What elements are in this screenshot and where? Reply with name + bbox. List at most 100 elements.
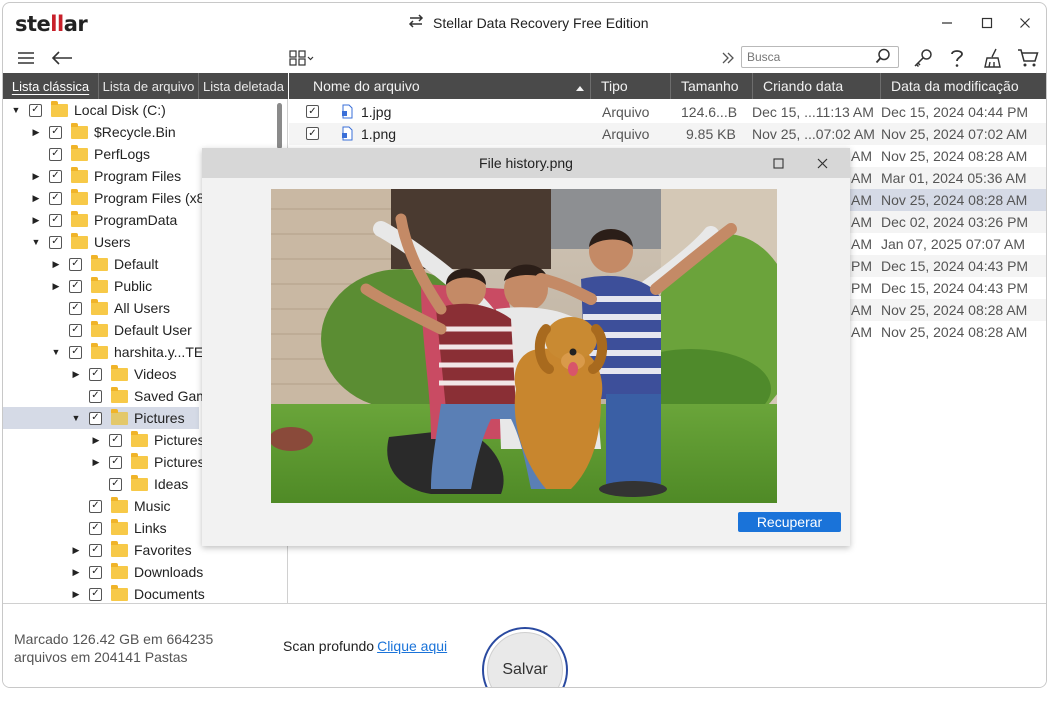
back-arrow-icon[interactable] <box>49 46 75 70</box>
search-input[interactable] <box>747 48 875 66</box>
file-created: AM <box>851 324 872 340</box>
tree-item[interactable]: ▶ ✓ $Recycle.Bin <box>3 121 287 143</box>
search-box <box>741 46 899 68</box>
tree-item-label: Users <box>94 234 131 250</box>
recover-button[interactable]: Recuperar <box>738 512 841 532</box>
expand-right-icon[interactable]: ▶ <box>91 457 101 468</box>
tree-checkbox[interactable]: ✓ <box>49 125 62 139</box>
column-header-type[interactable]: Tipo <box>591 73 671 99</box>
expand-right-icon[interactable]: ▶ <box>31 215 41 226</box>
row-checkbox[interactable]: ✓ <box>306 105 319 118</box>
expand-right-icon[interactable]: ▶ <box>71 567 81 578</box>
double-chevron-right-icon[interactable] <box>719 46 737 70</box>
file-modified: Nov 25, 2024 08:28 AM <box>881 148 1028 164</box>
deep-scan-link[interactable]: Clique aqui <box>377 638 447 654</box>
tree-checkbox[interactable]: ✓ <box>49 191 62 205</box>
help-icon[interactable] <box>947 46 967 70</box>
table-row[interactable]: ✓ 1.jpg Arquivo 124.6...B Dec 15, ...11:… <box>289 101 1046 123</box>
tree-checkbox[interactable]: ✓ <box>89 543 102 557</box>
folder-icon <box>91 254 108 271</box>
folder-icon <box>111 386 128 403</box>
folder-icon <box>91 276 108 293</box>
save-button[interactable]: Salvar <box>487 632 563 687</box>
close-button[interactable] <box>1011 11 1039 35</box>
stellar-logo: stellar <box>15 12 88 36</box>
tree-item-label: Documents <box>134 586 205 602</box>
tree-item-label: harshita.y...TE <box>114 344 204 360</box>
expand-right-icon[interactable]: ▶ <box>51 259 61 270</box>
file-modified: Mar 01, 2024 05:36 AM <box>881 170 1027 186</box>
column-header-created[interactable]: Criando data <box>753 73 881 99</box>
tree-checkbox[interactable]: ✓ <box>69 301 82 315</box>
tab-lista-classica[interactable]: Lista clássica <box>3 73 99 99</box>
tree-item[interactable]: ▼ ✓ Local Disk (C:) <box>3 99 287 121</box>
save-button-ring: Salvar <box>482 627 568 687</box>
tree-item-label: PerfLogs <box>94 146 151 162</box>
tree-scrollbar[interactable] <box>277 103 282 149</box>
tree-checkbox[interactable]: ✓ <box>69 323 82 337</box>
cart-icon[interactable] <box>1015 46 1041 70</box>
tree-checkbox[interactable]: ✓ <box>69 345 82 359</box>
expand-right-icon[interactable]: ▶ <box>31 127 41 138</box>
search-icon[interactable] <box>875 48 891 67</box>
tree-checkbox[interactable]: ✓ <box>29 103 42 117</box>
expand-right-icon[interactable]: ▶ <box>91 435 101 446</box>
clean-icon[interactable] <box>981 46 1005 70</box>
app-title-group: Stellar Data Recovery Free Edition <box>407 14 649 31</box>
tree-item[interactable]: ▶ ✓ Downloads <box>3 561 287 583</box>
file-modified: Nov 25, 2024 08:28 AM <box>881 302 1028 318</box>
expand-down-icon[interactable]: ▼ <box>71 413 81 423</box>
tree-checkbox[interactable]: ✓ <box>89 499 102 513</box>
tree-checkbox[interactable]: ✓ <box>89 389 102 403</box>
file-modified: Dec 02, 2024 03:26 PM <box>881 214 1029 230</box>
tree-checkbox[interactable]: ✓ <box>49 169 62 183</box>
tree-item[interactable]: ▼ ✓ Pictures <box>3 407 199 429</box>
preview-dialog: File history.png Recuperar <box>202 148 850 546</box>
status-line-2: arquivos em 204141 Pastas <box>14 649 188 665</box>
tree-checkbox[interactable]: ✓ <box>69 257 82 271</box>
file-table-header: Nome do arquivo Tipo Tamanho Criando dat… <box>289 73 1046 99</box>
tree-checkbox[interactable]: ✓ <box>49 235 62 249</box>
preview-maximize-button[interactable] <box>768 153 788 173</box>
tree-checkbox[interactable]: ✓ <box>109 477 122 491</box>
maximize-button[interactable] <box>973 11 1001 35</box>
expand-down-icon[interactable]: ▼ <box>11 105 21 115</box>
column-header-name[interactable]: Nome do arquivo <box>289 73 591 99</box>
tree-checkbox[interactable]: ✓ <box>89 521 102 535</box>
file-modified: Dec 15, 2024 04:43 PM <box>881 258 1029 274</box>
file-created: Nov 25, ...07:02 AM <box>752 126 875 142</box>
tab-lista-de-arquivo[interactable]: Lista de arquivo <box>99 73 199 99</box>
folder-icon <box>71 144 88 161</box>
tree-checkbox[interactable]: ✓ <box>89 565 102 579</box>
tree-checkbox[interactable]: ✓ <box>49 213 62 227</box>
expand-down-icon[interactable]: ▼ <box>31 237 41 247</box>
column-header-size[interactable]: Tamanho <box>671 73 753 99</box>
tree-checkbox[interactable]: ✓ <box>69 279 82 293</box>
tree-item-label: Ideas <box>154 476 189 492</box>
app-title: Stellar Data Recovery Free Edition <box>433 14 649 31</box>
menu-icon[interactable] <box>15 46 37 70</box>
tree-item[interactable]: ▶ ✓ Documents <box>3 583 287 603</box>
minimize-button[interactable] <box>933 11 961 35</box>
expand-right-icon[interactable]: ▶ <box>71 545 81 556</box>
expand-right-icon[interactable]: ▶ <box>71 369 81 380</box>
tree-checkbox[interactable]: ✓ <box>89 411 102 425</box>
row-checkbox[interactable]: ✓ <box>306 127 319 140</box>
expand-right-icon[interactable]: ▶ <box>71 589 81 600</box>
tree-checkbox[interactable]: ✓ <box>109 433 122 447</box>
expand-right-icon[interactable]: ▶ <box>31 193 41 204</box>
tree-checkbox[interactable]: ✓ <box>109 455 122 469</box>
column-header-modified[interactable]: Data da modificação <box>881 73 1046 99</box>
preview-close-button[interactable] <box>812 153 832 173</box>
key-icon[interactable] <box>911 46 935 70</box>
view-grid-icon[interactable] <box>287 46 317 70</box>
expand-right-icon[interactable]: ▶ <box>31 171 41 182</box>
tree-checkbox[interactable]: ✓ <box>49 147 62 161</box>
tab-lista-deletada[interactable]: Lista deletada <box>199 73 288 99</box>
table-row[interactable]: ✓ 1.png Arquivo 9.85 KB Nov 25, ...07:02… <box>289 123 1046 145</box>
expand-down-icon[interactable]: ▼ <box>51 347 61 357</box>
tree-checkbox[interactable]: ✓ <box>89 367 102 381</box>
tree-checkbox[interactable]: ✓ <box>89 587 102 601</box>
expand-right-icon[interactable]: ▶ <box>51 281 61 292</box>
tree-item-label: Program Files <box>94 168 182 184</box>
